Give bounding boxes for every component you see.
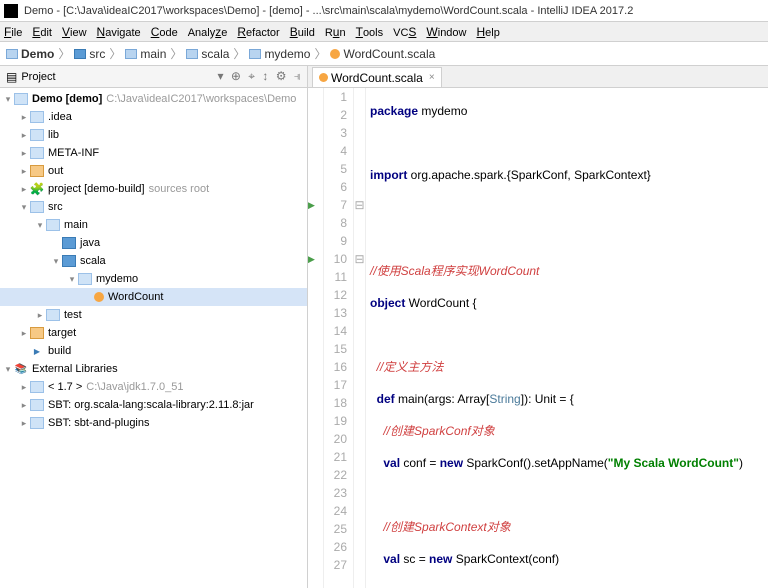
editor-tab-bar: WordCount.scala × [308,66,768,88]
menu-refactor[interactable]: Refactor [237,25,279,39]
breadcrumb-item[interactable]: mydemo [249,47,310,61]
breadcrumb: Demo〉 src〉 main〉 scala〉 mydemo〉 WordCoun… [0,42,768,66]
breadcrumb-item[interactable]: Demo [6,47,54,61]
project-tree[interactable]: Demo [demo]C:\Java\ideaIC2017\workspaces… [0,88,307,588]
menu-navigate[interactable]: Navigate [97,25,141,39]
gutter-run: ▶ ▶ [308,88,324,588]
menu-file[interactable]: File [4,25,22,39]
window-title: Demo - [C:\Java\ideaIC2017\workspaces\De… [24,5,633,17]
tree-test[interactable]: test [0,306,307,324]
close-icon[interactable]: × [429,72,435,83]
editor-pane: WordCount.scala × ▶ ▶ 123456789101112131… [308,66,768,588]
menu-build[interactable]: Build [290,25,315,39]
menu-bar: File Edit View Navigate Code Analyze Ref… [0,22,768,42]
sbt-file-icon [30,345,44,357]
code-area[interactable]: package mydemo import org.apache.spark.{… [366,88,768,588]
menu-code[interactable]: Code [151,25,178,39]
tree-mydemo[interactable]: mydemo [0,270,307,288]
menu-edit[interactable]: Edit [32,25,52,39]
scala-file-icon [319,73,328,82]
menu-run[interactable]: Run [325,25,346,39]
run-gutter-icon[interactable]: ▶ [308,250,323,268]
tree-main[interactable]: main [0,216,307,234]
project-tool-window: ▤ Project ▾ ⊕ ⌖ ↕ ⚙ ⫣ Demo [demo]C:\Java… [0,66,308,588]
collapse-icon[interactable]: ⊕ [231,69,241,83]
tree-src[interactable]: src [0,198,307,216]
chevron-down-icon[interactable]: ▾ [217,69,223,83]
run-gutter-icon[interactable]: ▶ [308,196,323,214]
tree-root[interactable]: Demo [demo]C:\Java\ideaIC2017\workspaces… [0,90,307,108]
sbt-icon: 🧩 [30,183,44,195]
tree-scala[interactable]: scala [0,252,307,270]
fold-icon[interactable]: ⊟ [354,250,365,268]
code-editor[interactable]: ▶ ▶ 123456789101112131415161718192021222… [308,88,768,588]
intellij-icon [4,4,18,18]
gutter-line-numbers: 1234567891011121314151617181920212223242… [324,88,354,588]
menu-tools[interactable]: Tools [356,25,384,39]
tab-label: WordCount.scala [331,71,423,85]
breadcrumb-item[interactable]: scala [186,47,229,61]
locate-icon[interactable]: ⌖ [248,69,255,83]
tree-meta[interactable]: META-INF [0,144,307,162]
project-pane-header: ▤ Project ▾ ⊕ ⌖ ↕ ⚙ ⫣ [0,66,307,88]
library-icon [14,363,28,375]
title-bar: Demo - [C:\Java\ideaIC2017\workspaces\De… [0,0,768,22]
project-view-icon: ▤ [6,70,17,84]
menu-vcs[interactable]: VCS [393,25,416,39]
menu-view[interactable]: View [62,25,87,39]
breadcrumb-item[interactable]: src [74,47,105,61]
tree-out[interactable]: out [0,162,307,180]
tree-extlib[interactable]: External Libraries [0,360,307,378]
expand-icon[interactable]: ↕ [262,69,268,83]
menu-analyze[interactable]: Analyze [188,25,228,39]
breadcrumb-item[interactable]: main [125,47,166,61]
tree-lib[interactable]: lib [0,126,307,144]
scala-object-icon [94,292,104,302]
tree-sbt-lib1[interactable]: SBT: org.scala-lang:scala-library:2.11.8… [0,396,307,414]
tree-java[interactable]: java [0,234,307,252]
hide-icon[interactable]: ⫣ [294,69,301,83]
menu-window[interactable]: Window [426,25,466,39]
tree-project[interactable]: 🧩project [demo-build]sources root [0,180,307,198]
tree-idea[interactable]: .idea [0,108,307,126]
breadcrumb-item[interactable]: WordCount.scala [330,47,435,61]
gutter-fold: ⊟ ⊟ [354,88,366,588]
tree-target[interactable]: target [0,324,307,342]
tree-sbt-lib2[interactable]: SBT: sbt-and-plugins [0,414,307,432]
menu-help[interactable]: Help [477,25,500,39]
tree-jdk[interactable]: < 1.7 >C:\Java\jdk1.7.0_51 [0,378,307,396]
fold-icon[interactable]: ⊟ [354,196,365,214]
editor-tab[interactable]: WordCount.scala × [312,67,442,87]
project-pane-title: Project [21,71,213,83]
tree-build[interactable]: build [0,342,307,360]
tree-wordcount[interactable]: WordCount [0,288,307,306]
gear-icon[interactable]: ⚙ [276,69,287,83]
